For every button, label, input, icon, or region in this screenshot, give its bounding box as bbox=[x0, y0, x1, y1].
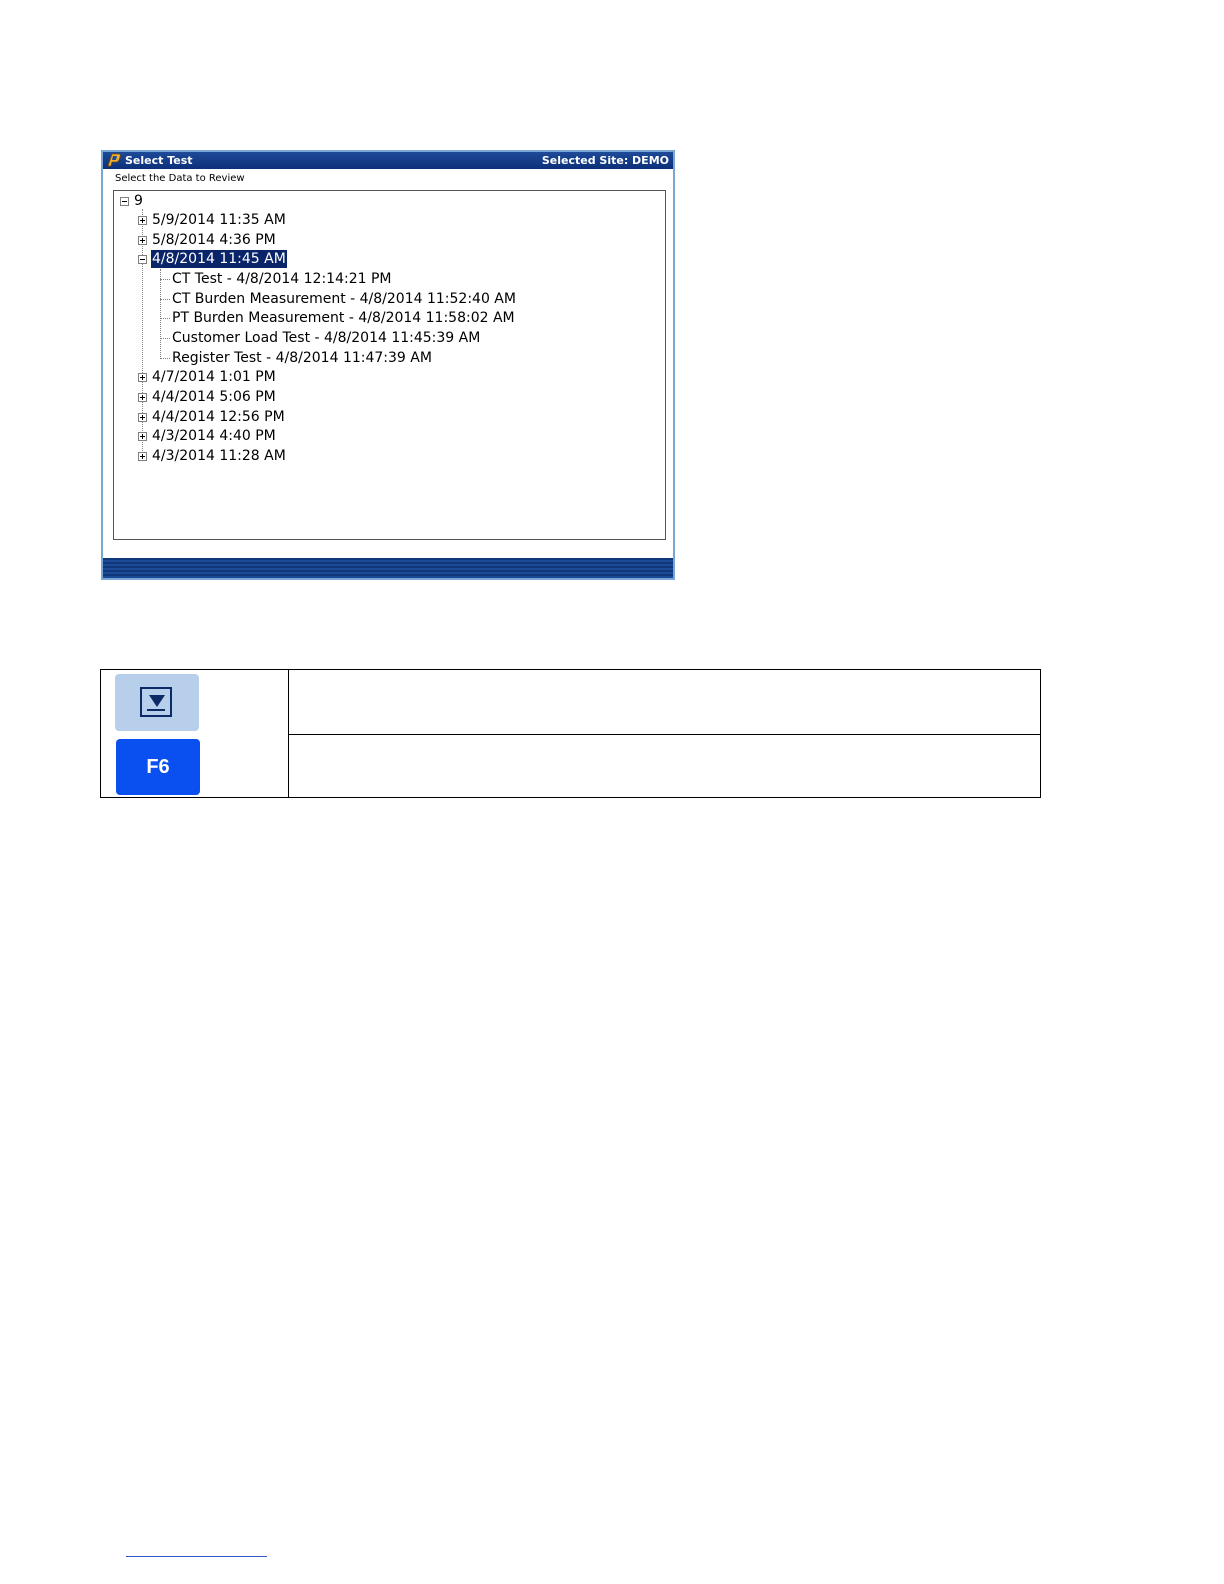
review-prompt: Select the Data to Review bbox=[115, 173, 245, 184]
app-logo-icon bbox=[107, 153, 121, 167]
tree-date-label: 4/3/2014 11:28 AM bbox=[152, 448, 286, 464]
tree-test-label: PT Burden Measurement - 4/8/2014 11:58:0… bbox=[172, 310, 515, 326]
expand-icon[interactable] bbox=[138, 373, 147, 382]
tree-connector bbox=[160, 318, 170, 319]
expand-icon[interactable] bbox=[138, 413, 147, 422]
down-arrow-icon bbox=[149, 695, 165, 707]
tree-test-label: CT Test - 4/8/2014 12:14:21 PM bbox=[172, 271, 392, 287]
underline-bar bbox=[147, 709, 165, 711]
tree-connector bbox=[160, 279, 170, 280]
test-tree[interactable]: 9 5/9/2014 11:35 AM 5/8/2014 4:36 PM 4/8… bbox=[113, 190, 666, 540]
title-bar: Select Test Selected Site: DEMO bbox=[103, 152, 673, 169]
selected-site: Selected Site: DEMO bbox=[541, 154, 669, 167]
tree-test-label: Register Test - 4/8/2014 11:47:39 AM bbox=[172, 350, 432, 366]
f6-key[interactable]: F6 bbox=[116, 739, 200, 795]
select-test-window: Select Test Selected Site: DEMO Select t… bbox=[101, 150, 675, 580]
tree-root-label: 9 bbox=[134, 193, 143, 209]
tree-connector bbox=[160, 269, 161, 359]
expand-icon[interactable] bbox=[138, 216, 147, 225]
tree-date-label: 4/7/2014 1:01 PM bbox=[152, 369, 276, 385]
window-title: Select Test bbox=[125, 154, 193, 167]
table-divider bbox=[288, 734, 1040, 735]
tree-date-label: 5/9/2014 11:35 AM bbox=[152, 212, 286, 228]
tree-date-label: 4/8/2014 11:45 AM bbox=[150, 249, 288, 269]
scroll-down-icon bbox=[140, 687, 172, 717]
expand-icon[interactable] bbox=[138, 452, 147, 461]
tree-date-label: 5/8/2014 4:36 PM bbox=[152, 232, 276, 248]
tree-connector bbox=[160, 299, 170, 300]
scroll-down-key[interactable] bbox=[115, 674, 199, 731]
tree-date-label: 4/4/2014 5:06 PM bbox=[152, 389, 276, 405]
collapse-icon[interactable] bbox=[120, 197, 129, 206]
tree-connector bbox=[160, 358, 170, 359]
tree-date-label: 4/4/2014 12:56 PM bbox=[152, 409, 285, 425]
tree-test-label: Customer Load Test - 4/8/2014 11:45:39 A… bbox=[172, 330, 481, 346]
tree-connector bbox=[160, 338, 170, 339]
tree-test-label: CT Burden Measurement - 4/8/2014 11:52:4… bbox=[172, 291, 516, 307]
expand-icon[interactable] bbox=[138, 393, 147, 402]
key-legend-table: F6 bbox=[100, 669, 1041, 798]
expand-icon[interactable] bbox=[138, 432, 147, 441]
expand-icon[interactable] bbox=[138, 236, 147, 245]
tree-date-label: 4/3/2014 4:40 PM bbox=[152, 428, 276, 444]
status-bar bbox=[103, 558, 673, 578]
collapse-icon[interactable] bbox=[138, 255, 147, 264]
footer-link-underline bbox=[126, 1556, 267, 1557]
